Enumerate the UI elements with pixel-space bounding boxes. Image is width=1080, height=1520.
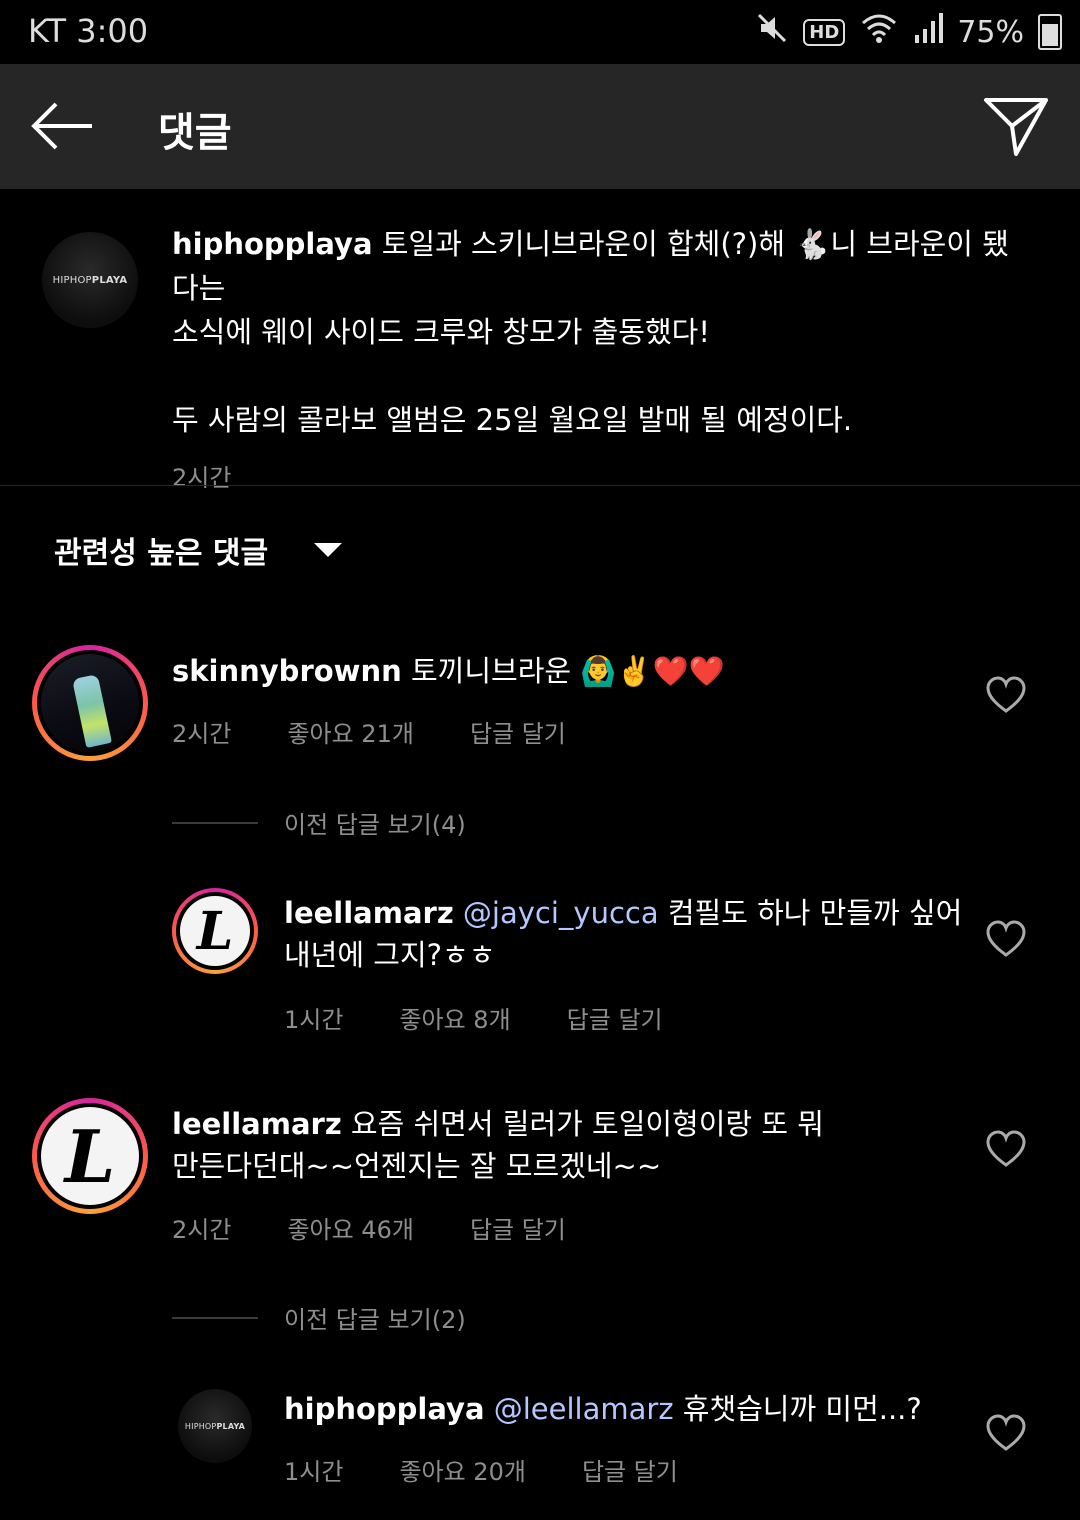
status-left: KT 3:00 xyxy=(28,12,148,50)
comment-text-line-2: 만든다던대~~언젠지는 잘 모르겠네~~ xyxy=(172,1149,662,1183)
comment-username[interactable]: leellamarz xyxy=(172,1107,342,1141)
heart-icon[interactable] xyxy=(986,676,1026,716)
view-previous-label: 이전 답글 보기(4) xyxy=(284,811,466,839)
heart-icon[interactable] xyxy=(986,1130,1026,1170)
app-bar: 댓글 xyxy=(0,64,1080,189)
comment-meta: 2시간 좋아요 21개 답글 달기 xyxy=(172,714,622,749)
likes-count[interactable]: 좋아요 8개 xyxy=(399,1000,510,1035)
heart-icon[interactable] xyxy=(986,1414,1026,1454)
page-title: 댓글 xyxy=(158,110,232,156)
reply-username[interactable]: hiphopplaya xyxy=(284,1392,485,1426)
avatar-letter: L xyxy=(64,1113,116,1199)
post-username[interactable]: hiphopplaya xyxy=(172,227,373,261)
reply-time: 1시간 xyxy=(284,1458,344,1486)
reply-button[interactable]: 답글 달기 xyxy=(470,1210,566,1245)
view-previous-replies[interactable]: 이전 답글 보기(4) xyxy=(172,805,466,840)
reply-username[interactable]: leellamarz xyxy=(284,896,454,930)
mute-icon xyxy=(755,11,789,53)
send-button[interactable] xyxy=(982,92,1052,162)
reply-button[interactable]: 답글 달기 xyxy=(582,1452,678,1487)
reply-text: 휴챗습니까 미먼...? xyxy=(673,1392,922,1426)
avatar[interactable]: L xyxy=(180,896,250,966)
status-right: HD 75% xyxy=(755,12,1062,52)
comment-body: leellamarz 요즘 쉬면서 릴러가 토일이형이랑 또 뭐 만든다던대~~… xyxy=(172,1103,952,1187)
carrier-label: KT xyxy=(28,12,67,50)
comment-meta: 2시간 좋아요 46개 답글 달기 xyxy=(172,1210,622,1245)
reply-time: 1시간 xyxy=(284,1006,344,1034)
reply-meta: 1시간 좋아요 20개 답글 달기 xyxy=(284,1452,734,1487)
back-button[interactable] xyxy=(28,92,98,162)
reply-body: hiphopplaya @leellamarz 휴챗습니까 미먼...? xyxy=(284,1388,964,1430)
arrow-left-icon xyxy=(31,102,92,150)
avatar[interactable]: HIPHOP PLAYA xyxy=(178,1389,252,1463)
battery-icon xyxy=(1038,14,1062,50)
comment-time: 2시간 xyxy=(172,720,232,748)
mention-link[interactable]: @leellamarz xyxy=(494,1392,674,1426)
divider xyxy=(0,485,1080,486)
view-previous-replies[interactable]: 이전 답글 보기(2) xyxy=(172,1300,466,1335)
mention-link[interactable]: @jayci_yucca xyxy=(463,896,659,930)
comment-time: 2시간 xyxy=(172,1216,232,1244)
status-bar: KT 3:00 HD 75% xyxy=(0,0,1080,64)
avatar-logo-text-bold: PLAYA xyxy=(216,1421,246,1431)
view-previous-label: 이전 답글 보기(2) xyxy=(284,1306,466,1334)
avatar[interactable]: L xyxy=(41,1107,139,1205)
comment-text: 토끼니브라운 🙆‍♂️✌️❤️❤️ xyxy=(401,654,725,688)
clock: 3:00 xyxy=(76,12,149,50)
avatar-letter: L xyxy=(196,900,234,962)
avatar[interactable] xyxy=(41,654,139,752)
caption-line-3: 두 사람의 콜라보 앨범은 25일 월요일 발매 될 예정이다. xyxy=(172,403,853,437)
post-author-avatar[interactable]: HIPHOP PLAYA xyxy=(42,232,138,328)
likes-count[interactable]: 좋아요 20개 xyxy=(399,1452,526,1487)
wifi-icon xyxy=(859,11,899,53)
post-caption: hiphopplaya 토일과 스키니브라운이 합체(?)해 🐇니 브라운이 됐… xyxy=(172,222,1032,500)
reply-button[interactable]: 답글 달기 xyxy=(567,1000,663,1035)
reply-body: leellamarz @jayci_yucca 컴필도 하나 만들까 싶어 내년… xyxy=(284,892,964,976)
reply-meta: 1시간 좋아요 8개 답글 달기 xyxy=(284,1000,719,1035)
avatar-photo xyxy=(72,674,112,748)
likes-count[interactable]: 좋아요 21개 xyxy=(287,714,414,749)
avatar-logo-text: HIPHOP xyxy=(184,1421,217,1431)
battery-percent: 75% xyxy=(957,14,1024,50)
sort-selector[interactable]: 관련성 높은 댓글 xyxy=(54,528,268,572)
post-time: 2시간 xyxy=(172,464,232,492)
comment-username[interactable]: skinnybrownn xyxy=(172,654,402,688)
reply-button[interactable]: 답글 달기 xyxy=(470,714,566,749)
likes-count[interactable]: 좋아요 46개 xyxy=(287,1210,414,1245)
caret-down-icon[interactable] xyxy=(314,543,342,557)
sort-label: 관련성 높은 댓글 xyxy=(54,536,269,571)
signal-icon xyxy=(913,11,944,53)
send-icon xyxy=(984,98,1048,156)
comment-body: skinnybrownn 토끼니브라운 🙆‍♂️✌️❤️❤️ xyxy=(172,650,952,692)
caption-line-2: 소식에 웨이 사이드 크루와 창모가 출동했다! xyxy=(172,315,710,349)
heart-icon[interactable] xyxy=(986,920,1026,960)
comment-text-line-1: 요즘 쉬면서 릴러가 토일이형이랑 또 뭐 xyxy=(341,1107,824,1141)
avatar-logo-text-bold: PLAYA xyxy=(91,274,128,286)
reply-text-line-2: 내년에 그지?ㅎㅎ xyxy=(284,938,496,972)
reply-text-line-1: 컴필도 하나 만들까 싶어 xyxy=(658,896,963,930)
hd-icon: HD xyxy=(803,18,846,46)
avatar-logo-text: HIPHOP xyxy=(52,274,92,286)
